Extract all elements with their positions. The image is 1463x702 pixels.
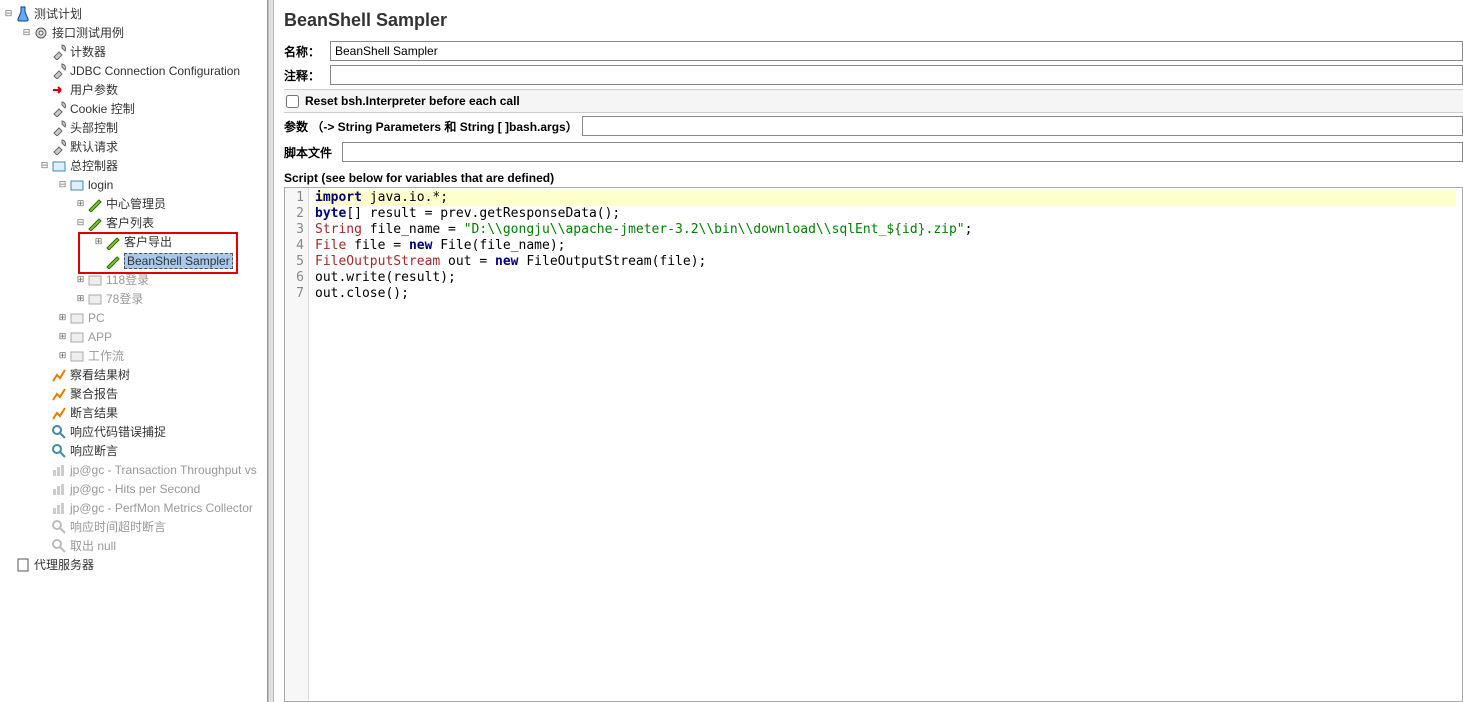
sampler-icon	[105, 234, 121, 250]
sampler-icon	[87, 291, 103, 307]
wrench-icon	[51, 139, 67, 155]
chart-icon	[51, 386, 67, 402]
toggle-icon[interactable]: ⊟	[22, 28, 31, 37]
tree-item-perfmon[interactable]: jp@gc - PerfMon Metrics Collector	[0, 498, 267, 517]
scriptfile-input[interactable]	[342, 142, 1463, 162]
tree-item-proxy[interactable]: 代理服务器	[0, 555, 267, 574]
comment-label: 注释：	[284, 67, 330, 84]
tree-item-centraladmin[interactable]: ⊞中心管理员	[0, 194, 267, 213]
name-input[interactable]	[330, 41, 1463, 61]
folder-icon	[69, 310, 85, 326]
chart-icon	[51, 481, 67, 497]
wrench-icon	[51, 44, 67, 60]
tree-item-testplan[interactable]: ⊟ 测试计划	[0, 4, 267, 23]
comment-row: 注释：	[284, 65, 1463, 85]
reset-row: Reset bsh.Interpreter before each call	[284, 89, 1463, 113]
tree-item-jdbc[interactable]: JDBC Connection Configuration	[0, 61, 267, 80]
script-editor[interactable]: 1234567 import java.io.*;byte[] result =…	[284, 187, 1463, 702]
server-icon	[15, 557, 31, 573]
code-area[interactable]: import java.io.*;byte[] result = prev.ge…	[309, 188, 1462, 701]
toggle-icon[interactable]: ⊟	[40, 161, 49, 170]
sampler-icon	[87, 215, 103, 231]
toggle-icon[interactable]: ⊞	[58, 313, 67, 322]
wrench-icon	[51, 63, 67, 79]
tree-item-assertionresults[interactable]: 断言结果	[0, 403, 267, 422]
toggle-icon[interactable]: ⊟	[4, 9, 13, 18]
main-panel: BeanShell Sampler 名称： 注释： Reset bsh.Inte…	[274, 0, 1463, 702]
toggle-icon[interactable]: ⊟	[76, 218, 85, 227]
tree-item-counter[interactable]: 计数器	[0, 42, 267, 61]
sampler-icon	[87, 272, 103, 288]
wrench-icon	[51, 120, 67, 136]
toggle-icon[interactable]: ⊞	[58, 351, 67, 360]
magnifier-icon	[51, 519, 67, 535]
reset-label: Reset bsh.Interpreter before each call	[305, 94, 520, 108]
folder-icon	[69, 177, 85, 193]
tree-item-responsecode[interactable]: 响应代码错误捕捉	[0, 422, 267, 441]
params-input[interactable]	[582, 116, 1463, 136]
toggle-icon[interactable]: ⊟	[58, 180, 67, 189]
params-row: 参数 （-> String Parameters 和 String [ ]bas…	[284, 113, 1463, 139]
wrench-icon	[51, 101, 67, 117]
params-label: 参数 （-> String Parameters 和 String [ ]bas…	[284, 118, 578, 135]
tree-item-mainctrl[interactable]: ⊟总控制器	[0, 156, 267, 175]
magnifier-icon	[51, 424, 67, 440]
tree-item-pc[interactable]: ⊞PC	[0, 308, 267, 327]
gear-icon	[33, 25, 49, 41]
tree-item-takeout[interactable]: 取出 null	[0, 536, 267, 555]
tree-item-responseassert[interactable]: 响应断言	[0, 441, 267, 460]
magnifier-icon	[51, 443, 67, 459]
flask-icon	[15, 6, 31, 22]
tree-item-customerexport[interactable]: ⊞客户导出	[0, 232, 267, 251]
tree-item-aggregate[interactable]: 聚合报告	[0, 384, 267, 403]
tree-item-cookie[interactable]: Cookie 控制	[0, 99, 267, 118]
page-title: BeanShell Sampler	[284, 10, 1463, 31]
tree-item-login[interactable]: ⊟login	[0, 175, 267, 194]
scriptfile-label: 脚本文件	[284, 144, 332, 161]
scriptfile-row: 脚本文件	[284, 139, 1463, 165]
tree-item-customerlist[interactable]: ⊟客户列表	[0, 213, 267, 232]
magnifier-icon	[51, 538, 67, 554]
tree-item-workflow[interactable]: ⊞工作流	[0, 346, 267, 365]
tree-item-userparams[interactable]: 用户参数	[0, 80, 267, 99]
name-label: 名称：	[284, 43, 330, 60]
folder-icon	[69, 329, 85, 345]
chart-icon	[51, 405, 67, 421]
sampler-icon	[105, 253, 121, 269]
tree-item-login78[interactable]: ⊞78登录	[0, 289, 267, 308]
tree-item-timeout[interactable]: 响应时间超时断言	[0, 517, 267, 536]
reset-checkbox[interactable]	[286, 95, 299, 108]
tree-panel[interactable]: ⊟ 测试计划 ⊟ 接口测试用例 计数器 JDBC Connection Conf…	[0, 0, 268, 702]
toggle-icon[interactable]: ⊞	[76, 294, 85, 303]
chart-icon	[51, 462, 67, 478]
toggle-icon[interactable]: ⊞	[76, 199, 85, 208]
tree-item-header[interactable]: 头部控制	[0, 118, 267, 137]
tree-item-testcases[interactable]: ⊟ 接口测试用例	[0, 23, 267, 42]
toggle-icon[interactable]: ⊞	[76, 275, 85, 284]
tree-item-defaultreq[interactable]: 默认请求	[0, 137, 267, 156]
folder-icon	[51, 158, 67, 174]
arrow-right-icon	[51, 82, 67, 98]
tree-item-throughput[interactable]: jp@gc - Transaction Throughput vs	[0, 460, 267, 479]
script-heading: Script (see below for variables that are…	[284, 165, 1463, 187]
tree-item-hits[interactable]: jp@gc - Hits per Second	[0, 479, 267, 498]
toggle-icon[interactable]: ⊞	[94, 237, 103, 246]
comment-input[interactable]	[330, 65, 1463, 85]
tree-item-beanshell[interactable]: BeanShell Sampler	[0, 251, 267, 270]
tree-item-app[interactable]: ⊞APP	[0, 327, 267, 346]
sampler-icon	[87, 196, 103, 212]
toggle-icon[interactable]: ⊞	[58, 332, 67, 341]
tree-item-viewresults[interactable]: 察看结果树	[0, 365, 267, 384]
chart-icon	[51, 500, 67, 516]
folder-icon	[69, 348, 85, 364]
line-gutter: 1234567	[285, 188, 309, 701]
name-row: 名称：	[284, 41, 1463, 61]
tree-item-login118[interactable]: ⊞118登录	[0, 270, 267, 289]
chart-icon	[51, 367, 67, 383]
